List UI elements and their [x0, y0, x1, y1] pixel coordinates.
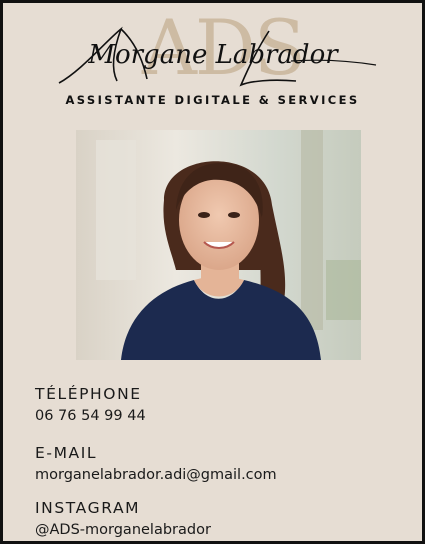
instagram-label: INSTAGRAM: [35, 499, 141, 517]
phone-value[interactable]: 06 76 54 99 44: [35, 406, 415, 426]
contact-email: E-MAIL morganelabrador.adi@gmail.com: [35, 443, 415, 485]
brand-logo: ADS Morgane Labrador ASSISTANTE DIGITALE…: [3, 3, 422, 123]
business-card: ADS Morgane Labrador ASSISTANTE DIGITALE…: [0, 0, 425, 544]
email-value[interactable]: morganelabrador.adi@gmail.com: [35, 465, 415, 485]
email-label: E-MAIL: [35, 444, 98, 462]
profile-photo: [76, 130, 361, 360]
contact-phone: TÉLÉPHONE 06 76 54 99 44: [35, 384, 415, 426]
phone-label: TÉLÉPHONE: [35, 385, 142, 403]
logo-tagline: ASSISTANTE DIGITALE & SERVICES: [65, 93, 360, 107]
contact-instagram: INSTAGRAM @ADS-morganelabrador: [35, 498, 415, 540]
logo-signature-name: Morgane Labrador: [88, 40, 338, 70]
portrait-image: [76, 130, 361, 360]
instagram-value[interactable]: @ADS-morganelabrador: [35, 520, 415, 540]
